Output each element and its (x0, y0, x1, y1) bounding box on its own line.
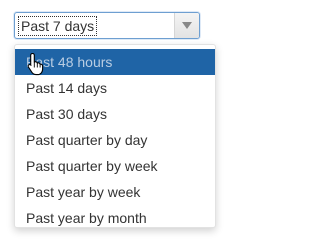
menu-option-past-quarter-by-day[interactable]: Past quarter by day (15, 127, 215, 153)
menu-option-past-quarter-by-week[interactable]: Past quarter by week (15, 153, 215, 179)
menu-option-past-14-days[interactable]: Past 14 days (15, 75, 215, 101)
hand-pointer-icon (27, 52, 44, 76)
menu-option-past-year-by-week[interactable]: Past year by week (15, 179, 215, 205)
date-range-picker: Past 7 days Past 48 hours Past 14 days P… (0, 0, 222, 234)
date-range-select[interactable]: Past 7 days (14, 12, 200, 39)
menu-option-past-year-by-month[interactable]: Past year by month (15, 205, 215, 227)
chevron-down-icon (182, 22, 192, 29)
select-current-value: Past 7 days (17, 16, 98, 36)
menu-option-past-30-days[interactable]: Past 30 days (15, 101, 215, 127)
dropdown-toggle[interactable] (174, 13, 199, 38)
